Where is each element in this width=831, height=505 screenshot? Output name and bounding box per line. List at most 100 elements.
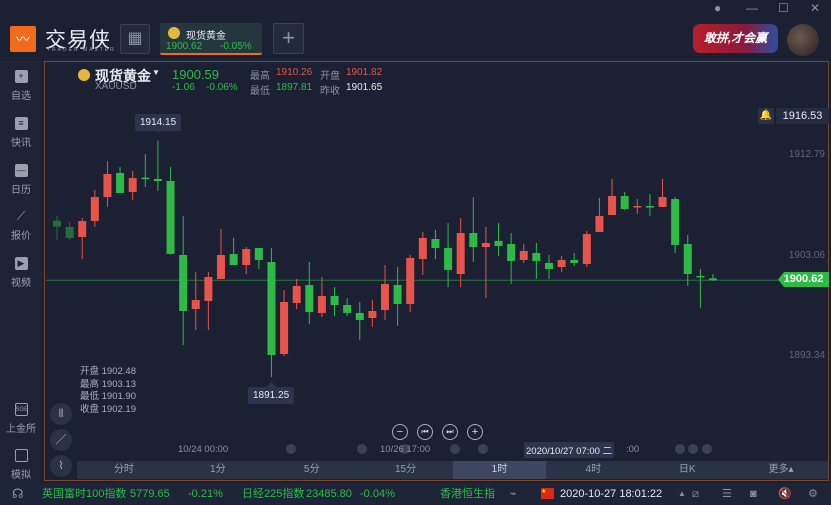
candle-body <box>582 234 591 264</box>
candle[interactable] <box>544 255 553 279</box>
timeframe-tab[interactable]: 日K <box>640 461 734 479</box>
candle[interactable] <box>595 197 604 232</box>
candle[interactable] <box>179 215 188 345</box>
candle[interactable] <box>343 297 352 317</box>
candle[interactable] <box>519 244 528 263</box>
zoom-out-button[interactable]: − <box>392 424 408 440</box>
candle[interactable] <box>305 262 314 325</box>
zoom-in-button[interactable]: + <box>467 424 483 440</box>
candle[interactable] <box>570 253 579 266</box>
candle[interactable] <box>671 197 680 254</box>
candle[interactable] <box>204 272 213 330</box>
candle[interactable] <box>444 222 453 288</box>
candle[interactable] <box>456 218 465 288</box>
candle[interactable] <box>90 190 99 228</box>
candle[interactable] <box>494 222 503 257</box>
candle[interactable] <box>317 277 326 317</box>
candle[interactable] <box>53 215 61 241</box>
candle[interactable] <box>418 231 427 276</box>
candle[interactable] <box>431 230 440 260</box>
event-marker[interactable] <box>702 444 712 454</box>
sidebar-item-label: 模拟 <box>11 470 31 481</box>
candle[interactable] <box>292 278 301 310</box>
timeframe-tab[interactable]: 1分 <box>171 461 265 479</box>
candle[interactable] <box>406 255 415 313</box>
headset-icon[interactable]: ☊ <box>12 483 24 505</box>
prev-close-value: 1901.65 <box>346 82 383 93</box>
no-display-icon[interactable]: ⧄ <box>692 483 699 505</box>
event-marker[interactable] <box>450 444 460 454</box>
candle[interactable] <box>608 178 617 216</box>
candle[interactable] <box>216 228 225 279</box>
timeframe-tab[interactable]: 15分 <box>359 461 453 479</box>
indicator-button[interactable]: ⌇ <box>50 455 72 477</box>
current-price-tag: 1900.62 <box>778 272 829 287</box>
camera-icon[interactable]: ◙ <box>750 483 757 505</box>
candle[interactable] <box>633 199 642 214</box>
candle[interactable] <box>708 274 717 281</box>
event-marker[interactable] <box>675 444 685 454</box>
candle-body <box>393 284 402 304</box>
candle-body <box>280 302 289 354</box>
draw-tool-button[interactable]: ／ <box>50 429 72 451</box>
event-marker[interactable] <box>478 444 488 454</box>
candle[interactable] <box>254 247 263 270</box>
candle[interactable] <box>683 234 692 286</box>
candle[interactable] <box>153 140 162 191</box>
bell-icon[interactable]: 🔔 <box>758 108 774 124</box>
candle[interactable] <box>658 178 667 207</box>
open-label: 开盘 <box>320 71 340 82</box>
open-value: 1901.82 <box>346 67 383 78</box>
candle[interactable] <box>128 171 137 201</box>
candle[interactable] <box>141 153 150 188</box>
event-marker[interactable] <box>688 444 698 454</box>
candle[interactable] <box>696 269 705 308</box>
scroll-start-button[interactable]: ⏮ <box>417 424 433 440</box>
timeframe-tab[interactable]: 4时 <box>546 461 640 479</box>
mute-icon[interactable]: 🔇 <box>778 483 792 505</box>
china-flag-icon: ★ <box>541 488 554 499</box>
expand-icon[interactable]: ▲ <box>678 483 686 505</box>
candle[interactable] <box>582 231 591 267</box>
max-price-tooltip: 1914.15 <box>135 114 182 131</box>
timeframe-tab[interactable]: 分时 <box>77 461 171 479</box>
candle[interactable] <box>532 243 541 279</box>
candle[interactable] <box>280 290 289 357</box>
connection-icon[interactable]: ⌁ <box>510 483 517 505</box>
ticker-name[interactable]: 香港恒生指数 <box>440 483 495 505</box>
event-marker[interactable] <box>357 444 367 454</box>
candle[interactable] <box>557 256 566 273</box>
candle[interactable] <box>166 166 175 255</box>
candle[interactable] <box>242 247 251 275</box>
ticker-name[interactable]: 日经225指数 <box>242 483 304 505</box>
timeframe-more[interactable]: 更多▴ <box>734 461 828 479</box>
candle[interactable] <box>645 194 654 216</box>
candle[interactable] <box>481 227 490 298</box>
candle[interactable] <box>330 287 339 317</box>
ticker-name[interactable]: 英国富时100指数 <box>42 483 126 505</box>
candle[interactable] <box>620 191 629 210</box>
candle[interactable] <box>65 222 74 241</box>
min-price-tooltip: 1891.25 <box>248 387 295 404</box>
candle[interactable] <box>393 266 402 326</box>
candle[interactable] <box>78 218 87 260</box>
candle[interactable] <box>368 300 377 328</box>
timeframe-tab-active[interactable]: 1时 <box>452 461 547 479</box>
event-marker[interactable] <box>286 444 296 454</box>
candle[interactable] <box>355 302 364 341</box>
timeframe-tab[interactable]: 5分 <box>265 461 359 479</box>
candle[interactable] <box>267 247 276 378</box>
candle[interactable] <box>116 166 125 194</box>
candle[interactable] <box>229 237 238 266</box>
settings-icon[interactable]: ⚙ <box>808 483 818 505</box>
scroll-end-button[interactable]: ⏭ <box>442 424 458 440</box>
chart-type-button[interactable]: ⫴ <box>50 403 72 425</box>
candle[interactable] <box>103 160 112 207</box>
list-icon[interactable]: ☰ <box>722 483 732 505</box>
instrument-dropdown-caret[interactable]: ▼ <box>152 68 160 77</box>
candle[interactable] <box>507 232 516 285</box>
candle[interactable] <box>469 197 478 263</box>
candle[interactable] <box>380 265 389 320</box>
candle[interactable] <box>191 272 200 330</box>
candle-body <box>103 174 112 198</box>
